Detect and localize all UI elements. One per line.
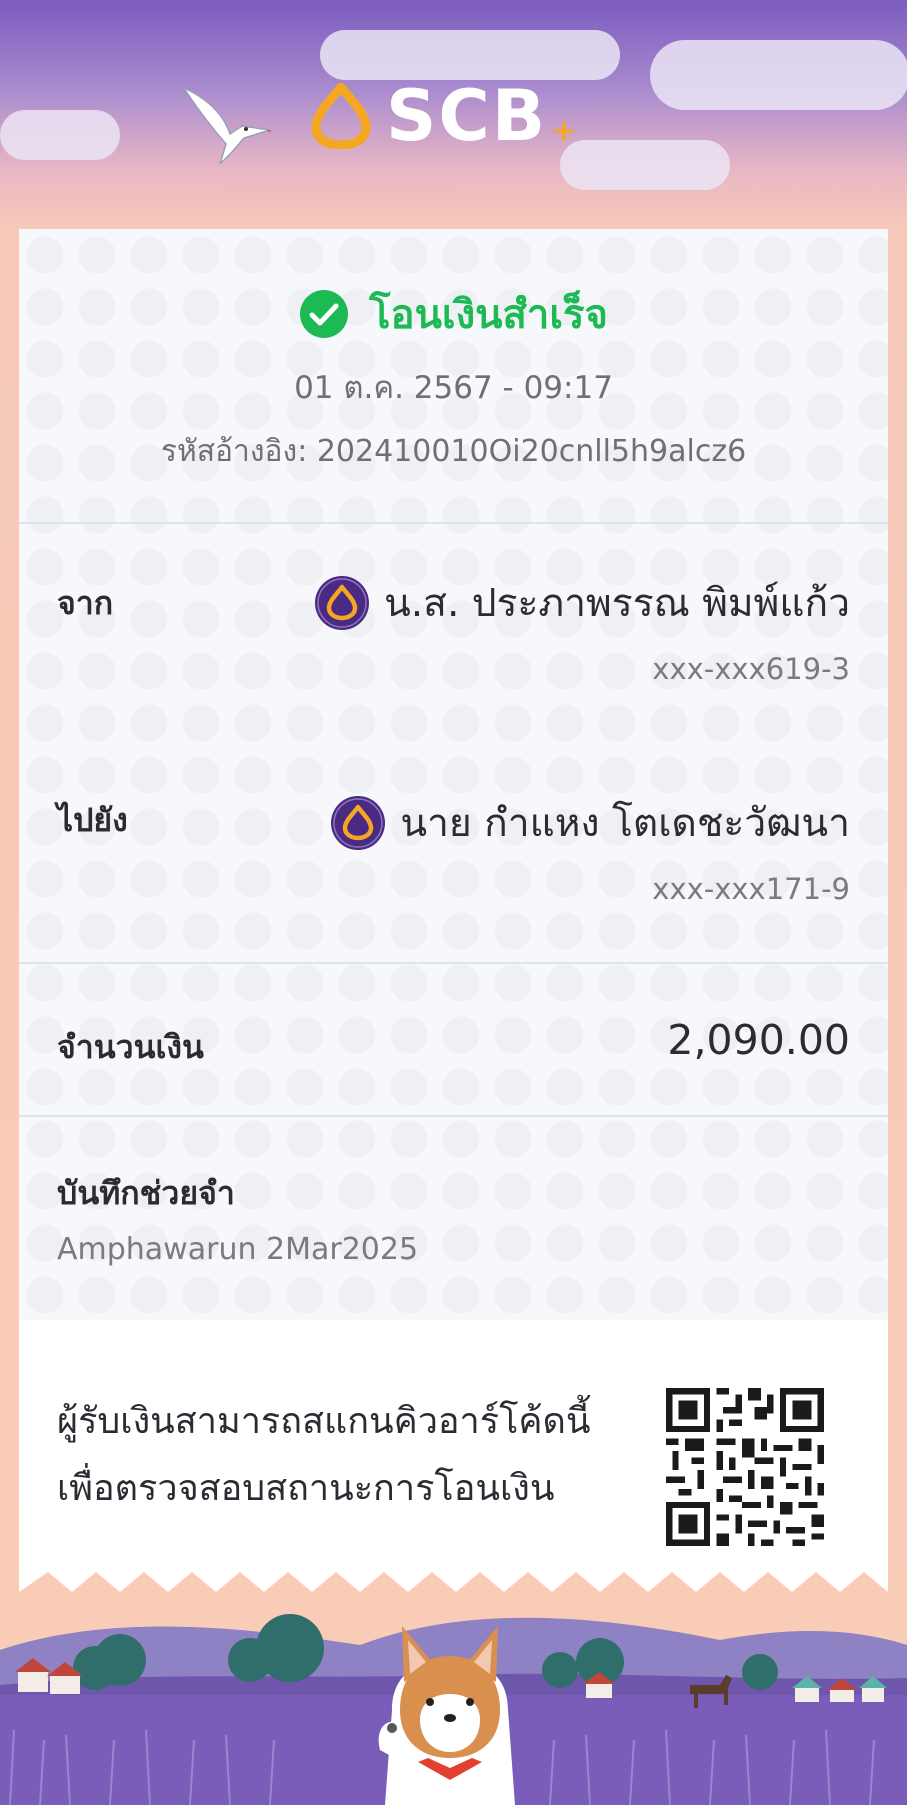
scb-bank-icon <box>315 576 370 630</box>
to-name: นาย กำแหง โตเดชะวัฒนา <box>400 801 850 846</box>
amount-label: จำนวนเงิน <box>57 1028 204 1066</box>
reference-code: รหัสอ้างอิง: 202410010Oi20cnll5h9alcz6 <box>160 434 747 469</box>
qr-instruction: ผู้รับเงินสามารถสแกนคิวอาร์โค้ดนี้ เพื่อ… <box>57 1388 617 1522</box>
receipt-zigzag-edge <box>19 1568 888 1592</box>
cloud <box>560 140 730 190</box>
from-name: น.ส. ประภาพรรณ พิมพ์แก้ว <box>384 581 850 626</box>
status-text: โอนเงินสำเร็จ <box>369 292 608 338</box>
scb-bank-icon <box>331 796 386 850</box>
cloud <box>0 110 120 160</box>
landscape-illustration <box>0 1614 907 1805</box>
status-row: โอนเงินสำเร็จ <box>0 282 907 346</box>
from-party: น.ส. ประภาพรรณ พิมพ์แก้ว <box>314 572 850 634</box>
memo-label: บันทึกช่วยจำ <box>57 1174 235 1212</box>
qr-instruction-line2: เพื่อตรวจสอบสถานะการโอนเงิน <box>57 1468 555 1509</box>
scb-logo-icon <box>311 83 371 149</box>
to-label: ไปยัง <box>57 801 128 839</box>
divider <box>19 1115 888 1117</box>
cloud <box>650 40 907 110</box>
divider <box>19 962 888 964</box>
qr-instruction-line1: ผู้รับเงินสามารถสแกนคิวอาร์โค้ดนี้ <box>57 1401 591 1442</box>
header: SCB + <box>0 0 907 230</box>
scb-logo: SCB + <box>308 80 576 152</box>
bird-illustration <box>181 86 272 165</box>
brand-plus: + <box>551 113 577 149</box>
from-label: จาก <box>57 584 114 622</box>
to-party: นาย กำแหง โตเดชะวัฒนา <box>330 792 850 854</box>
cloud <box>320 30 620 80</box>
to-account: xxx-xxx171-9 <box>652 872 850 906</box>
divider <box>19 522 888 524</box>
check-circle-icon <box>300 290 349 338</box>
transaction-datetime: 01 ต.ค. 2567 - 09:17 <box>294 370 613 406</box>
memo-value: Amphawarun 2Mar2025 <box>57 1232 419 1267</box>
from-account: xxx-xxx619-3 <box>652 652 850 686</box>
amount-value: 2,090.00 <box>667 1016 850 1064</box>
qr-code-icon[interactable] <box>666 1388 824 1546</box>
brand-name: SCB <box>386 75 548 157</box>
